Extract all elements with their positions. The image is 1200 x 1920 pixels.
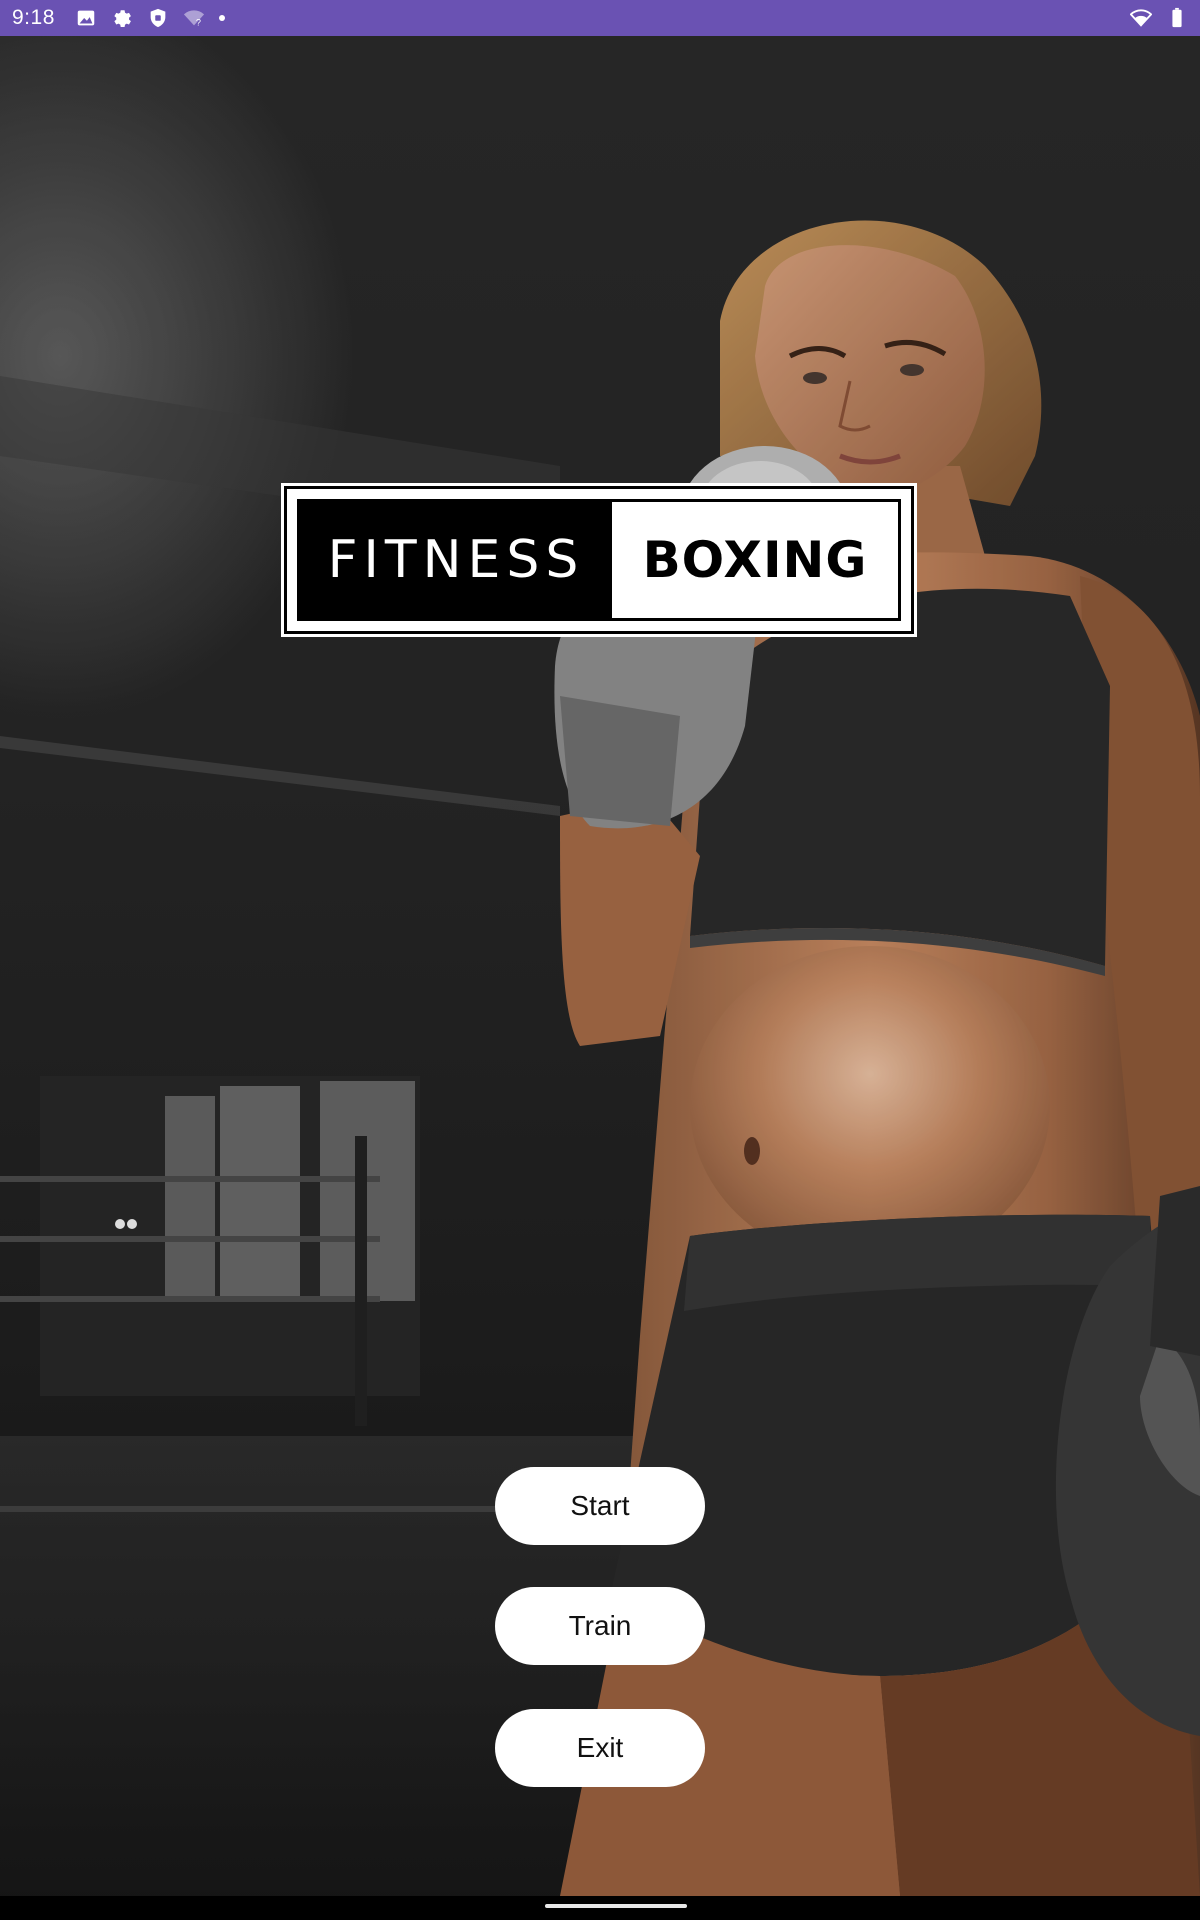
status-bar: 9:18 ? (0, 0, 1200, 36)
shield-icon (147, 7, 169, 29)
home-gesture-handle[interactable] (545, 1904, 687, 1908)
wifi-icon (1130, 7, 1152, 29)
image-icon (75, 7, 97, 29)
status-right (1130, 7, 1188, 29)
logo-boxing-text: BOXING (642, 531, 868, 589)
logo-frame: FITNESS BOXING (297, 499, 901, 621)
start-button[interactable]: Start (495, 1467, 705, 1545)
train-button[interactable]: Train (495, 1587, 705, 1665)
battery-icon (1166, 7, 1188, 29)
app-screen: 9:18 ? FITNESS BOXING Start Train Exit (0, 0, 1200, 1920)
status-left: 9:18 ? (12, 6, 225, 30)
dot-icon (218, 15, 225, 21)
status-time: 9:18 (12, 6, 55, 29)
logo-fitness-text: FITNESS (300, 502, 612, 618)
settings-gear-icon (111, 7, 133, 29)
svg-text:?: ? (196, 17, 201, 27)
exit-button[interactable]: Exit (495, 1709, 705, 1787)
wifi-question-icon: ? (183, 7, 205, 29)
navigation-bar (0, 1896, 1200, 1920)
fitness-boxing-logo: FITNESS BOXING (281, 483, 917, 637)
